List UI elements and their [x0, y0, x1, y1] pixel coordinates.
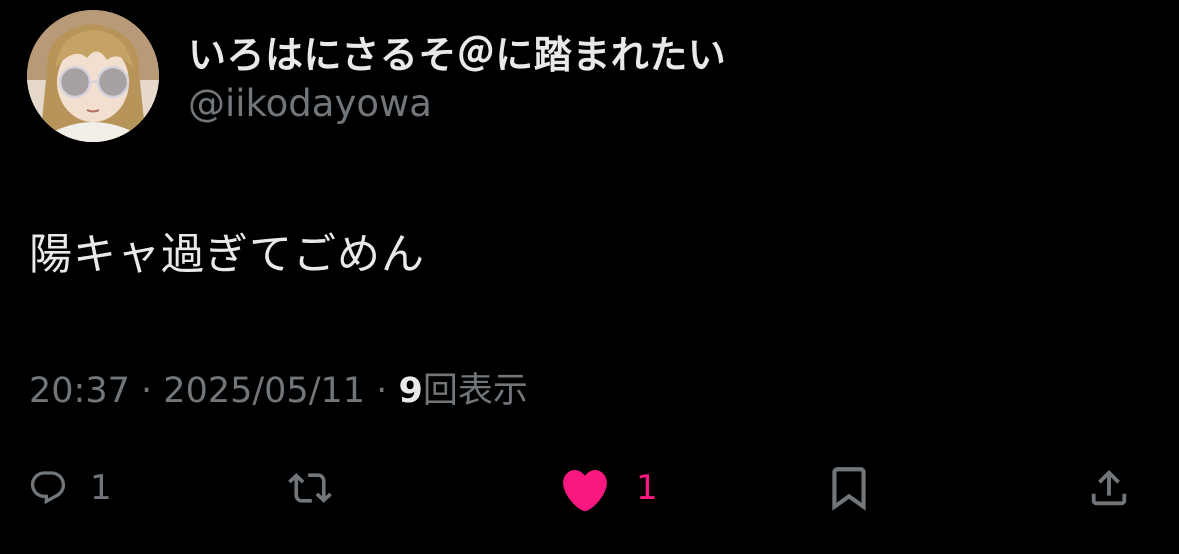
reply-button[interactable]: 1: [28, 458, 112, 518]
heart-icon: [563, 469, 607, 512]
retweet-icon: [288, 473, 332, 503]
like-count: 1: [636, 468, 658, 508]
user-handle[interactable]: @iikodayowa: [188, 82, 432, 125]
tweet-date[interactable]: 2025/05/11: [163, 371, 365, 411]
avatar[interactable]: [27, 10, 159, 142]
meta-separator: ·: [141, 371, 153, 411]
avatar-image: [27, 10, 159, 142]
tweet-time[interactable]: 20:37: [29, 371, 130, 411]
bookmark-icon: [832, 467, 866, 511]
views-count: 9: [398, 371, 423, 411]
tweet-meta: 20:37 · 2025/05/11 · 9回表示: [29, 362, 528, 413]
reply-icon: [30, 471, 66, 505]
reply-count: 1: [90, 468, 112, 508]
share-button[interactable]: [1086, 458, 1132, 518]
like-button[interactable]: 1: [556, 458, 658, 518]
meta-separator: ·: [376, 371, 388, 411]
bookmark-button[interactable]: [824, 458, 874, 518]
tweet-text: 陽キャ過ぎてごめん: [29, 230, 425, 280]
views-label: 回表示: [422, 371, 528, 411]
retweet-button[interactable]: [288, 458, 332, 518]
share-icon: [1091, 469, 1127, 506]
display-name[interactable]: いろはにさるそ＠に踏まれたい: [188, 24, 726, 79]
